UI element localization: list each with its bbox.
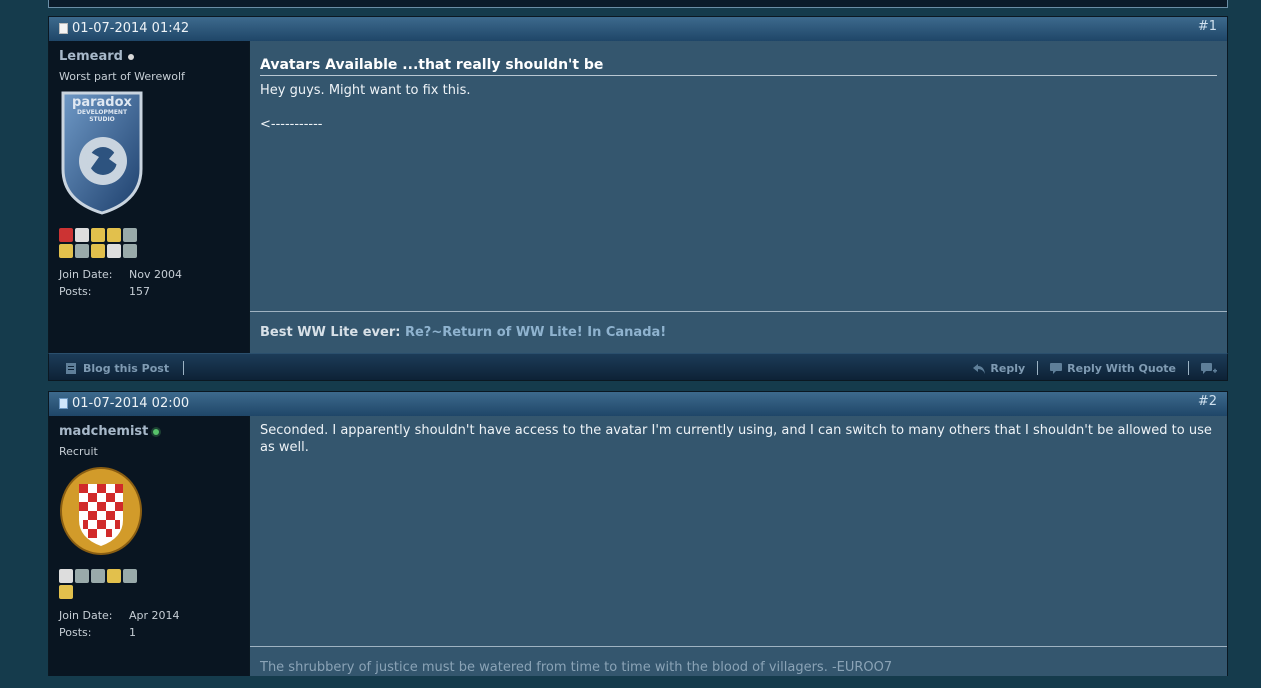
- post-message: Hey guys. Might want to fix this. <-----…: [260, 82, 1217, 133]
- user-info: madchemist Recruit Join Date: Apr 2014 P…: [49, 416, 249, 676]
- avatar[interactable]: paradox DEVELOPMENT STUDIO: [59, 91, 239, 218]
- signature: The shrubbery of justice must be watered…: [250, 646, 1227, 688]
- blog-this-post-button[interactable]: Blog this Post: [83, 362, 169, 375]
- posts-label: Posts:: [59, 285, 92, 298]
- message-line: <-----------: [260, 117, 323, 132]
- signature: Best WW Lite ever: Re?~Return of WW Lite…: [250, 311, 1227, 353]
- svg-text:STUDIO: STUDIO: [89, 116, 115, 123]
- posts-count: 157: [129, 285, 150, 298]
- post-number-link[interactable]: #1: [1198, 19, 1217, 34]
- username[interactable]: madchemist: [59, 424, 239, 439]
- user-title: Recruit: [59, 445, 98, 458]
- join-date-label: Join Date:: [59, 609, 113, 622]
- post-icon: [59, 23, 68, 34]
- user-title: Worst part of Werewolf: [59, 70, 185, 83]
- signature-text: Best WW Lite ever:: [260, 325, 405, 340]
- multi-quote-button[interactable]: [1189, 361, 1217, 375]
- reply-with-quote-button[interactable]: Reply With Quote: [1038, 361, 1189, 375]
- svg-text:DEVELOPMENT: DEVELOPMENT: [77, 109, 128, 116]
- posts-count: 1: [129, 626, 136, 639]
- user-info: Lemeard Worst part of Werewolf paradox D…: [49, 41, 249, 353]
- reply-with-quote-label[interactable]: Reply With Quote: [1067, 362, 1176, 375]
- join-date-label: Join Date:: [59, 268, 113, 281]
- checkered-crest-icon: [60, 467, 142, 555]
- post-title: Avatars Available ...that really shouldn…: [260, 57, 1217, 76]
- post-icon: [59, 398, 68, 409]
- signature-link[interactable]: Re?~Return of WW Lite! In Canada!: [405, 325, 666, 340]
- award-badges: [59, 228, 139, 258]
- post-content: Seconded. I apparently shouldn't have ac…: [249, 416, 1227, 676]
- post-date-text: 01-07-2014 01:42: [72, 21, 190, 36]
- post-date: 01-07-2014 02:00: [59, 396, 189, 411]
- post-footer: Blog this Post Reply Reply With Quote: [48, 353, 1228, 381]
- post-header: 01-07-2014 01:42 #1: [48, 16, 1228, 41]
- offline-status-icon: [127, 53, 134, 60]
- post-message: Seconded. I apparently shouldn't have ac…: [260, 423, 1212, 455]
- previous-panel-edge: [48, 0, 1228, 8]
- post-date-text: 01-07-2014 02:00: [72, 396, 190, 411]
- post-content: Avatars Available ...that really shouldn…: [249, 41, 1227, 353]
- post-number-link[interactable]: #2: [1198, 394, 1217, 409]
- reply-icon: [973, 363, 986, 374]
- avatar[interactable]: [59, 466, 239, 559]
- multi-quote-icon: [1201, 362, 1217, 374]
- username-text[interactable]: madchemist: [59, 424, 148, 439]
- join-date-value: Apr 2014: [129, 609, 180, 622]
- posts-label: Posts:: [59, 626, 92, 639]
- username[interactable]: Lemeard: [59, 49, 239, 64]
- reply-button[interactable]: Reply: [961, 361, 1039, 375]
- post-2: 01-07-2014 02:00 #2 madchemist Recruit J…: [48, 391, 1228, 676]
- online-status-icon: [153, 428, 160, 435]
- blog-icon: [65, 362, 77, 374]
- post-header: 01-07-2014 02:00 #2: [48, 391, 1228, 416]
- award-badges: [59, 569, 139, 599]
- post-date: 01-07-2014 01:42: [59, 21, 189, 36]
- username-text[interactable]: Lemeard: [59, 49, 123, 64]
- svg-text:paradox: paradox: [72, 95, 132, 110]
- reply-label[interactable]: Reply: [990, 362, 1025, 375]
- post-1: 01-07-2014 01:42 #1 Lemeard Worst part o…: [48, 16, 1228, 381]
- join-date-value: Nov 2004: [129, 268, 182, 281]
- quote-bubble-icon: [1050, 362, 1063, 374]
- message-line: Hey guys. Might want to fix this.: [260, 83, 471, 98]
- paradox-shield-icon: paradox DEVELOPMENT STUDIO: [61, 91, 143, 215]
